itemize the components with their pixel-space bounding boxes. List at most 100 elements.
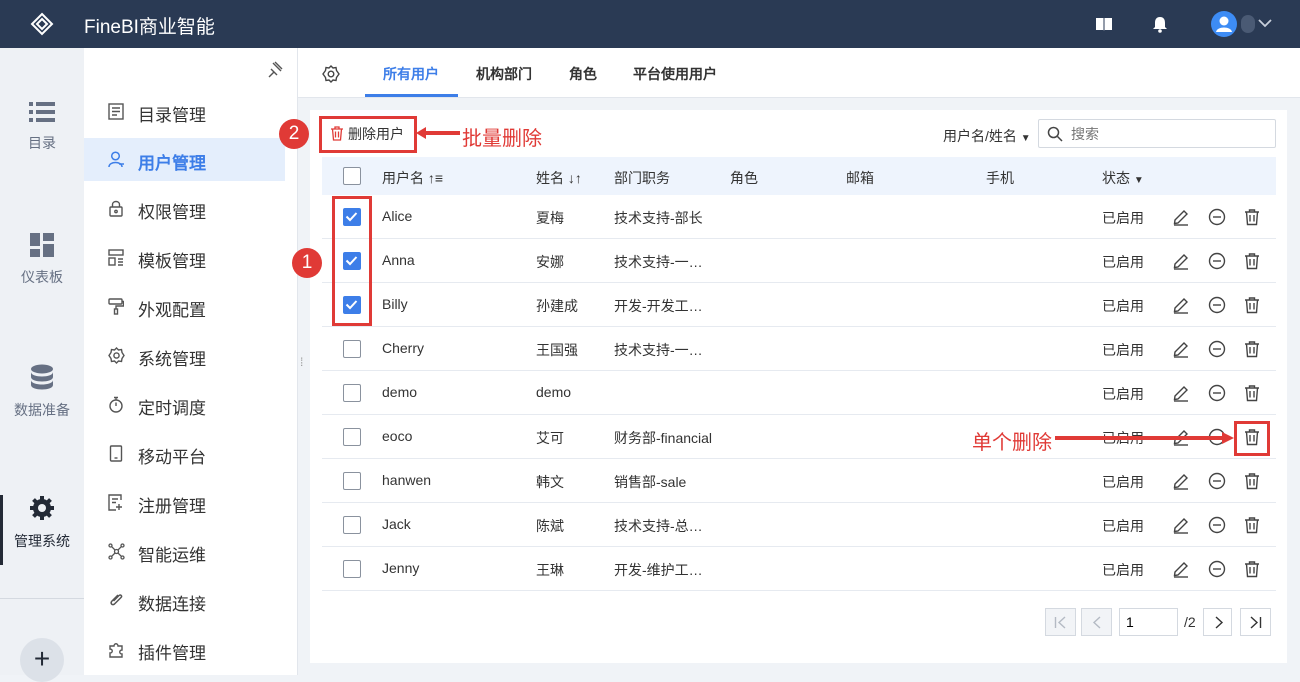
resize-handle[interactable]: ⁞ [300, 355, 303, 369]
prev-page-button[interactable] [1081, 608, 1112, 636]
menu-item-users[interactable]: 用户管理 [84, 138, 285, 181]
user-icon [108, 151, 124, 168]
edit-icon[interactable] [1172, 208, 1190, 226]
nav-data-prep[interactable]: 数据准备 [0, 364, 84, 420]
bell-icon[interactable] [1150, 14, 1170, 34]
row-checkbox[interactable] [343, 516, 361, 534]
add-button[interactable]: + [20, 638, 64, 682]
user-avatar[interactable] [1211, 11, 1237, 37]
sort-icon[interactable]: ↑≡ [428, 170, 443, 186]
menu-item-permissions[interactable]: 权限管理 [84, 187, 285, 230]
cell-username: demo [382, 384, 418, 400]
disable-icon[interactable] [1208, 208, 1226, 226]
first-page-button[interactable] [1045, 608, 1076, 636]
row-checkbox[interactable] [343, 428, 361, 446]
row-checkbox[interactable] [343, 340, 361, 358]
sort-icon[interactable]: ↓↑ [568, 170, 582, 186]
delete-icon[interactable] [1243, 296, 1261, 314]
menu-item-plugins[interactable]: 插件管理 [84, 628, 285, 671]
disable-icon[interactable] [1208, 472, 1226, 490]
table-row[interactable]: Cherry 王国强 技术支持-一… 已启用 [322, 327, 1276, 371]
delete-icon[interactable] [1243, 472, 1261, 490]
delete-icon[interactable] [1243, 560, 1261, 578]
menu-item-connection[interactable]: 数据连接 [84, 579, 285, 622]
menu-item-appearance[interactable]: 外观配置 [84, 285, 285, 328]
annotation-box-checkboxes [332, 196, 372, 326]
cell-status: 已启用 [1102, 342, 1144, 358]
finebi-logo-icon[interactable] [30, 12, 54, 36]
menu-item-mobile[interactable]: 移动平台 [84, 432, 285, 475]
menu-item-system[interactable]: 系统管理 [84, 334, 285, 377]
cell-status: 已启用 [1102, 386, 1144, 402]
catalog-icon [108, 103, 124, 120]
next-page-button[interactable] [1203, 608, 1232, 636]
cell-username: Cherry [382, 340, 425, 356]
cell-status: 已启用 [1102, 254, 1144, 270]
col-status[interactable]: 状态 ▼ [1102, 168, 1144, 188]
delete-icon[interactable] [1243, 208, 1261, 226]
nav-dashboard[interactable]: 仪表板 [0, 233, 84, 287]
disable-icon[interactable] [1208, 516, 1226, 534]
tab-departments[interactable]: 机构部门 [476, 64, 532, 84]
col-username[interactable]: 用户名 ↑≡ [382, 168, 443, 188]
edit-icon[interactable] [1172, 472, 1190, 490]
table-row[interactable]: demo demo 已启用 [322, 371, 1276, 415]
row-checkbox[interactable] [343, 384, 361, 402]
last-page-icon [1250, 616, 1262, 629]
tab-all-users[interactable]: 所有用户 [383, 64, 439, 84]
nav-management[interactable]: 管理系统 [0, 495, 84, 551]
table-row[interactable]: Alice 夏梅 技术支持-部长 已启用 [322, 195, 1276, 239]
annotation-badge-1: 1 [292, 248, 322, 278]
select-all-checkbox[interactable] [343, 167, 361, 185]
last-page-button[interactable] [1240, 608, 1271, 636]
cell-dept: 开发-开发工… [614, 298, 703, 314]
delete-icon[interactable] [1243, 516, 1261, 534]
search-input[interactable] [1071, 124, 1261, 144]
table-row[interactable]: hanwen 韩文 销售部-sale 已启用 [322, 459, 1276, 503]
tab-platform-users[interactable]: 平台使用用户 [633, 64, 717, 84]
settings-icon[interactable] [322, 65, 340, 83]
pin-icon[interactable] [266, 60, 284, 78]
delete-icon[interactable] [1243, 384, 1261, 402]
edit-icon[interactable] [1172, 560, 1190, 578]
menu-item-label: 定时调度 [138, 399, 206, 418]
col-name[interactable]: 姓名 ↓↑ [536, 168, 582, 188]
cell-name: 陈斌 [536, 518, 564, 534]
cell-username: hanwen [382, 472, 432, 488]
disable-icon[interactable] [1208, 252, 1226, 270]
edit-icon[interactable] [1172, 384, 1190, 402]
table-row[interactable]: Jack 陈斌 技术支持-总… 已启用 [322, 503, 1276, 547]
person-icon [1216, 16, 1232, 32]
disable-icon[interactable] [1208, 340, 1226, 358]
search-filter-dropdown[interactable]: 用户名/姓名 ▼ [943, 126, 1031, 146]
disable-icon[interactable] [1208, 560, 1226, 578]
edit-icon[interactable] [1172, 296, 1190, 314]
cell-status: 已启用 [1102, 298, 1144, 314]
search-icon [1047, 126, 1063, 142]
edit-icon[interactable] [1172, 252, 1190, 270]
row-checkbox[interactable] [343, 560, 361, 578]
active-tab-underline [365, 94, 458, 97]
edit-icon[interactable] [1172, 516, 1190, 534]
menu-item-ops[interactable]: 智能运维 [84, 530, 285, 573]
menu-item-schedule[interactable]: 定时调度 [84, 383, 285, 426]
row-checkbox[interactable] [343, 472, 361, 490]
annotation-badge-2: 2 [279, 119, 309, 149]
disable-icon[interactable] [1208, 296, 1226, 314]
table-row[interactable]: Billy 孙建成 开发-开发工… 已启用 [322, 283, 1276, 327]
page-number-input[interactable] [1119, 608, 1178, 636]
menu-item-templates[interactable]: 模板管理 [84, 236, 285, 279]
menu-item-register[interactable]: 注册管理 [84, 481, 285, 524]
help-book-icon[interactable] [1094, 14, 1114, 34]
template-icon [108, 249, 124, 266]
edit-icon[interactable] [1172, 340, 1190, 358]
disable-icon[interactable] [1208, 384, 1226, 402]
chevron-down-icon[interactable] [1258, 18, 1272, 28]
tab-roles[interactable]: 角色 [569, 64, 597, 84]
nav-catalog[interactable]: 目录 [0, 101, 84, 153]
delete-icon[interactable] [1243, 340, 1261, 358]
delete-icon[interactable] [1243, 252, 1261, 270]
table-row[interactable]: Jenny 王琳 开发-维护工… 已启用 [322, 547, 1276, 591]
menu-item-catalog[interactable]: 目录管理 [84, 90, 285, 133]
table-row[interactable]: Anna 安娜 技术支持-一… 已启用 [322, 239, 1276, 283]
